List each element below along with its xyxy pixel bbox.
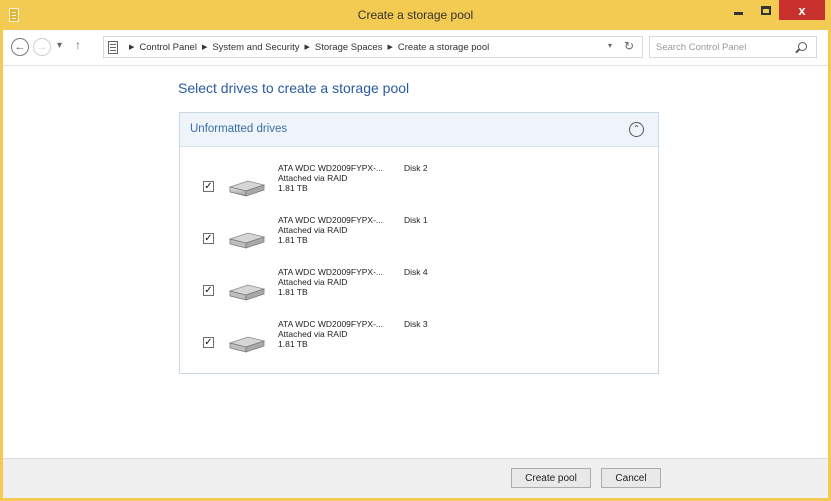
drive-connection: Attached via RAID	[278, 225, 348, 235]
hard-drive-icon	[228, 284, 266, 301]
breadcrumb-chevron-icon[interactable]: ▶	[202, 43, 207, 51]
drive-details: ATA WDC WD2009FYPX-... Disk 4 Attached vi…	[278, 267, 428, 297]
cancel-button[interactable]: Cancel	[601, 468, 661, 488]
dialog-footer: Create pool Cancel	[3, 458, 828, 498]
breadcrumb-chevron-icon[interactable]: ▶	[304, 43, 309, 51]
up-arrow-icon[interactable]: ↑	[75, 38, 81, 52]
drive-name: ATA WDC WD2009FYPX-...	[278, 267, 384, 277]
drive-details: ATA WDC WD2009FYPX-... Disk 1 Attached vi…	[278, 215, 428, 245]
drive-checkbox[interactable]: ✓	[203, 285, 214, 296]
hard-drive-icon	[228, 336, 266, 353]
drive-size: 1.81 TB	[278, 235, 308, 245]
caption-buttons: x	[725, 0, 825, 20]
forward-button[interactable]: →	[33, 38, 51, 56]
window-title: Create a storage pool	[357, 8, 474, 22]
maximize-button[interactable]	[752, 0, 779, 20]
breadcrumb-chevron-icon[interactable]: ▶	[387, 43, 392, 51]
drives-panel-header[interactable]: Unformatted drives ⌃	[180, 113, 658, 147]
drive-checkbox[interactable]: ✓	[203, 337, 214, 348]
title-bar[interactable]: Create a storage pool x	[3, 0, 828, 30]
drive-disk-number: Disk 1	[404, 215, 428, 225]
search-input[interactable]	[650, 37, 790, 58]
breadcrumb-chevron-icon[interactable]: ▶	[129, 43, 134, 51]
drive-disk-number: Disk 3	[404, 319, 428, 329]
drive-connection: Attached via RAID	[278, 277, 348, 287]
breadcrumb-storage-spaces[interactable]: Storage Spaces	[315, 42, 383, 53]
drive-item: ✓ ATA WDC WD2009FYPX-... Disk 2 Attached …	[180, 163, 658, 211]
maximize-icon	[760, 5, 771, 15]
control-panel-icon	[108, 40, 118, 54]
drive-connection: Attached via RAID	[278, 329, 348, 339]
minimize-button[interactable]	[725, 0, 752, 20]
close-icon: x	[798, 2, 806, 18]
breadcrumb-control-panel[interactable]: Control Panel	[139, 42, 197, 53]
close-button[interactable]: x	[779, 0, 825, 20]
drive-name: ATA WDC WD2009FYPX-...	[278, 215, 384, 225]
hard-drive-icon	[228, 180, 266, 197]
drive-size: 1.81 TB	[278, 339, 308, 349]
hard-drive-icon	[228, 232, 266, 249]
breadcrumb-system-and-security[interactable]: System and Security	[212, 42, 299, 53]
drive-item: ✓ ATA WDC WD2009FYPX-... Disk 3 Attached …	[180, 319, 658, 367]
drives-panel-title: Unformatted drives	[190, 123, 288, 135]
window-frame: Create a storage pool x ← → ▾ ↑ ▶ Contro…	[0, 0, 831, 501]
drive-item: ✓ ATA WDC WD2009FYPX-... Disk 1 Attached …	[180, 215, 658, 263]
drive-name: ATA WDC WD2009FYPX-...	[278, 319, 384, 329]
drive-size: 1.81 TB	[278, 183, 308, 193]
breadcrumb-create-a-storage-pool[interactable]: Create a storage pool	[398, 42, 489, 53]
drive-details: ATA WDC WD2009FYPX-... Disk 3 Attached vi…	[278, 319, 428, 349]
minimize-icon	[734, 11, 743, 15]
page-title: Select drives to create a storage pool	[178, 80, 410, 96]
recent-pages-chevron-icon[interactable]: ▾	[57, 40, 62, 51]
refresh-icon[interactable]: ↻	[624, 39, 634, 53]
navigation-bar: ← → ▾ ↑ ▶ Control Panel ▶ System and Sec…	[3, 30, 828, 66]
drive-checkbox[interactable]: ✓	[203, 233, 214, 244]
collapse-chevron-up-icon[interactable]: ⌃	[629, 122, 644, 137]
drive-item: ✓ ATA WDC WD2009FYPX-... Disk 4 Attached …	[180, 267, 658, 315]
drive-details: ATA WDC WD2009FYPX-... Disk 2 Attached vi…	[278, 163, 428, 193]
search-box[interactable]	[649, 36, 817, 58]
search-icon[interactable]	[798, 42, 807, 51]
drive-name: ATA WDC WD2009FYPX-...	[278, 163, 384, 173]
drive-disk-number: Disk 4	[404, 267, 428, 277]
drive-size: 1.81 TB	[278, 287, 308, 297]
drive-checkbox[interactable]: ✓	[203, 181, 214, 192]
address-bar[interactable]: ▶ Control Panel ▶ System and Security ▶ …	[103, 36, 643, 58]
address-dropdown-icon[interactable]: ▾	[608, 41, 612, 50]
drive-disk-number: Disk 2	[404, 163, 428, 173]
client-area: ← → ▾ ↑ ▶ Control Panel ▶ System and Sec…	[3, 30, 828, 498]
create-pool-button[interactable]: Create pool	[511, 468, 591, 488]
back-button[interactable]: ←	[11, 38, 29, 56]
drives-panel: Unformatted drives ⌃ ✓ ATA WDC WD2009FYP…	[179, 112, 659, 374]
drive-connection: Attached via RAID	[278, 173, 348, 183]
